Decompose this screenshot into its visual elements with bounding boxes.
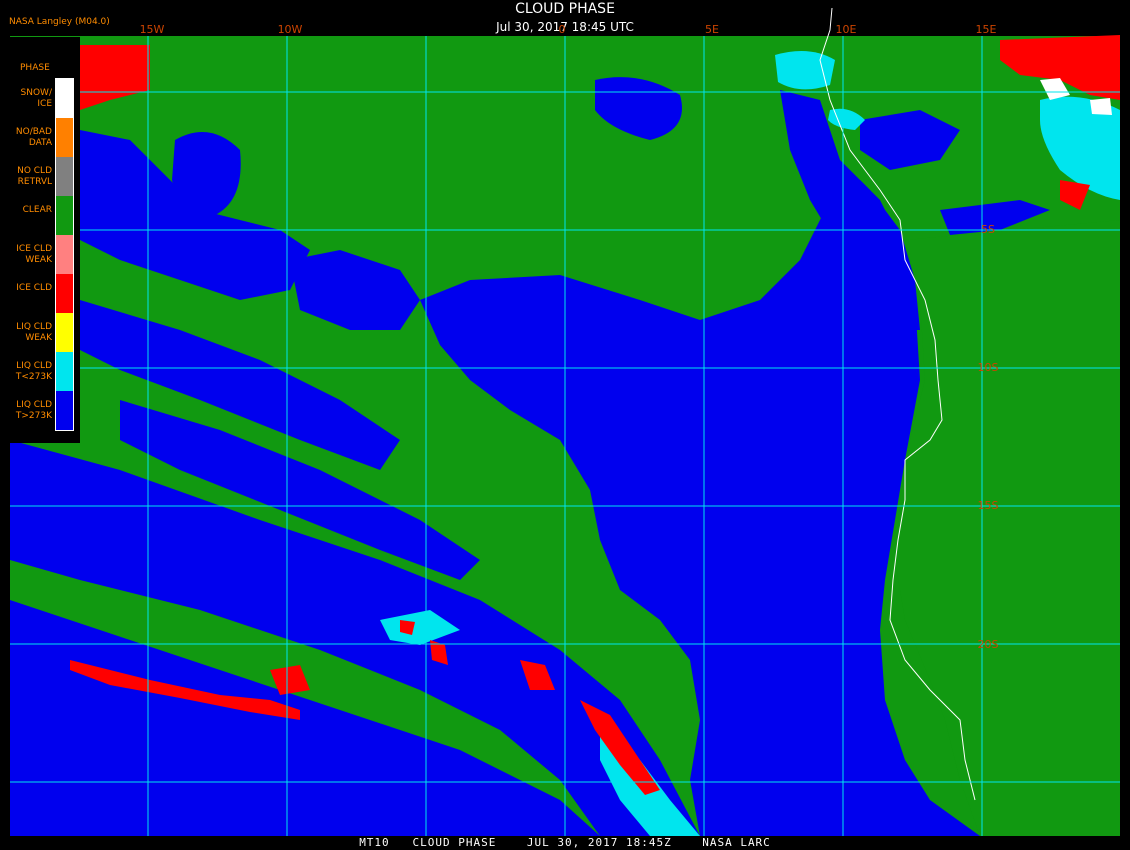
legend-label: LIQ CLD WEAK	[16, 322, 52, 343]
longitude-label: 15W	[140, 23, 165, 36]
legend-swatch	[56, 313, 74, 352]
legend-swatch	[56, 235, 74, 274]
legend-swatch	[56, 118, 74, 157]
legend-swatch	[56, 157, 74, 196]
longitude-label: 10E	[836, 23, 857, 36]
longitude-label: 10W	[278, 23, 303, 36]
longitude-label: 0	[559, 23, 566, 36]
legend-label: NO/BAD DATA	[15, 127, 52, 148]
legend-label: NO CLD RETRVL	[17, 166, 52, 187]
phase-legend: PHASE SNOW/ ICE NO/BAD DATA NO CLD RETRVL C…	[0, 37, 80, 443]
longitude-label: 5E	[705, 23, 719, 36]
legend-label: LIQ CLD T<273K	[15, 361, 52, 382]
latitude-label: 20S	[978, 638, 999, 651]
legend-label: SNOW/ ICE	[20, 88, 52, 109]
latitude-label: 5S	[981, 223, 995, 236]
legend-swatch	[56, 352, 74, 391]
satellite-map: 15W 10W 0 5E 10E 15E 5S 10S 15S 20S	[10, 7, 1120, 836]
legend-label: ICE CLD WEAK	[16, 244, 52, 265]
legend-swatch	[56, 391, 74, 430]
legend-header: PHASE	[20, 63, 50, 73]
legend-label: ICE CLD	[16, 283, 52, 293]
legend-swatch	[56, 196, 74, 235]
legend-swatch	[56, 79, 74, 118]
longitude-label: 15E	[976, 23, 997, 36]
legend-label: LIQ CLD T>273K	[15, 400, 52, 421]
legend-label: CLEAR	[22, 205, 52, 215]
latitude-label: 15S	[978, 499, 999, 512]
map-footer: MT10 CLOUD PHASE JUL 30, 2017 18:45Z NAS…	[359, 836, 771, 849]
latitude-label: 10S	[978, 361, 999, 374]
legend-swatch	[56, 274, 74, 313]
